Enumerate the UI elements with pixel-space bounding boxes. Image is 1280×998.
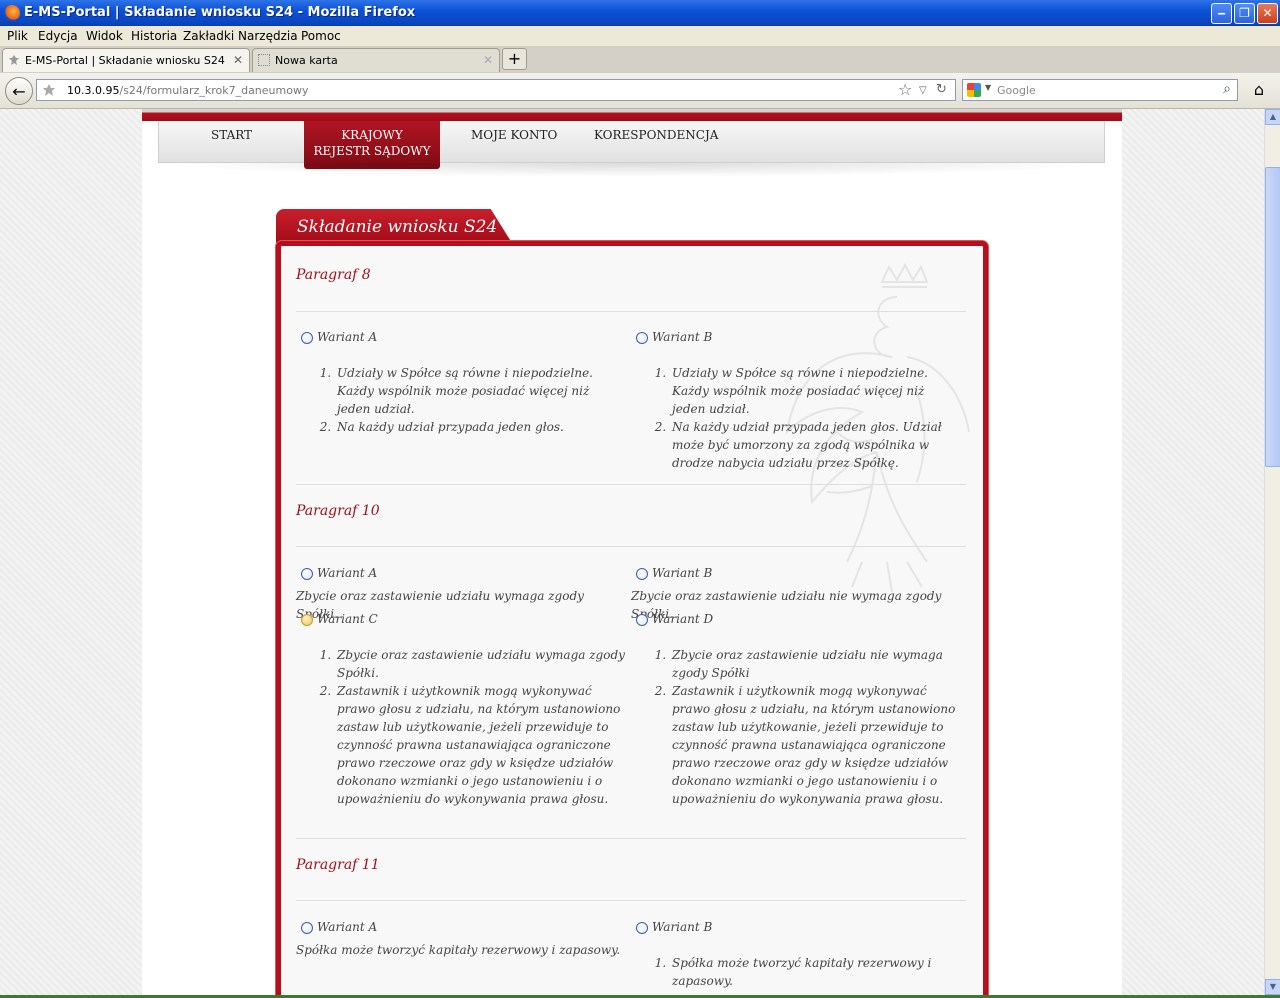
form-title-tab: Składanie wniosku S24 [276,209,512,243]
search-placeholder: Google [997,84,1036,97]
nav-moje-konto[interactable]: MOJE KONTO [471,127,557,143]
tab-strip: E-MS-Portal | Składanie wniosku S24 ✕ No… [0,46,1280,74]
menu-widok[interactable]: Widok [86,29,123,43]
navigation-toolbar: ← 10.3.0.95/s24/formularz_krok7_daneumow… [0,73,1280,109]
scroll-thumb[interactable] [1265,167,1280,467]
list-item: Zbycie oraz zastawienie udziału wymaga z… [335,646,625,682]
radio-p8-wariant-a[interactable] [301,332,313,344]
minimize-button[interactable]: ‒ [1211,3,1232,24]
nav-shadow [158,163,1105,177]
tab-label: Nowa karta [275,54,338,67]
label-p11-wariant-b[interactable]: Wariant B [652,920,712,934]
bookmark-star-icon[interactable]: ☆ [898,80,912,99]
section-title-paragraf-11: Paragraf 11 [296,857,380,873]
engine-dropdown-icon[interactable]: ▼ [985,83,991,92]
label-p8-wariant-a[interactable]: Wariant A [317,330,377,344]
window-title-bar: E-MS-Portal | Składanie wniosku S24 - Mo… [0,0,1280,26]
search-go-icon[interactable]: ⌕ [1223,81,1231,97]
url-text: 10.3.0.95/s24/formularz_krok7_daneumowy [67,84,308,97]
list-item: Udziały w Spółce są równe i niepodzielne… [670,364,960,418]
scroll-down-arrow-icon[interactable]: ▼ [1265,979,1280,995]
section-divider [296,546,966,547]
label-p10-wariant-d[interactable]: Wariant D [652,612,713,626]
list-item: Udziały w Spółce są równe i niepodzielne… [335,364,625,418]
list-item: Spółka może tworzyć kapitały rezerwowy i… [670,954,960,990]
firefox-icon [4,5,20,21]
form-title: Składanie wniosku S24 [297,217,498,237]
section-divider [296,900,966,901]
menu-plik[interactable]: Plik [7,29,28,43]
home-button[interactable]: ⌂ [1246,78,1272,102]
search-bar[interactable]: ▼ Google ⌕ [962,79,1238,101]
label-p11-wariant-a[interactable]: Wariant A [317,920,377,934]
tab-nowa-karta[interactable]: Nowa karta ✕ [252,48,500,72]
section-divider [296,484,966,485]
blank-page-icon [258,54,270,66]
radio-p10-wariant-b[interactable] [636,568,648,580]
radio-p10-wariant-d[interactable] [636,614,648,626]
radio-p10-wariant-a[interactable] [301,568,313,580]
nav-start[interactable]: START [211,127,252,143]
tab-close-icon[interactable]: ✕ [483,53,493,67]
vertical-scrollbar[interactable]: ▲ ▼ [1264,109,1280,995]
list-p10-wariant-c: Zbycie oraz zastawienie udziału wymaga z… [315,646,625,808]
label-p8-wariant-b[interactable]: Wariant B [652,330,712,344]
eagle-favicon-icon [9,55,19,65]
list-p11-wariant-b: Spółka może tworzyć kapitały rezerwowy i… [650,954,960,990]
scroll-up-arrow-icon[interactable]: ▲ [1265,109,1280,125]
menu-edycja[interactable]: Edycja [38,29,78,43]
radio-p11-wariant-b[interactable] [636,922,648,934]
main-navigation: START KRAJOWY REJESTR SĄDOWY MOJE KONTO … [158,121,1105,169]
nav-krs-line1: KRAJOWY [341,128,403,142]
new-tab-button[interactable]: + [502,48,527,70]
url-path: /s24/formularz_krok7_daneumowy [119,84,309,97]
nav-korespondencja[interactable]: KORESPONDENCJA [594,127,718,143]
form-panel: Paragraf 8 Wariant A Udziały w Spółce są… [276,241,988,995]
list-p8-wariant-a: Udziały w Spółce są równe i niepodzielne… [315,364,625,436]
list-item: Zbycie oraz zastawienie udziału nie wyma… [670,646,960,682]
site-identity-icon[interactable] [42,83,56,97]
list-item: Zastawnik i użytkownik mogą wykonywać pr… [335,682,625,808]
nav-krs[interactable]: KRAJOWY REJESTR SĄDOWY [304,121,440,169]
list-p8-wariant-b: Udziały w Spółce są równe i niepodzielne… [650,364,960,472]
list-item: Zastawnik i użytkownik mogą wykonywać pr… [670,682,960,808]
list-item: Na każdy udział przypada jeden głos. Udz… [670,418,960,472]
list-p10-wariant-d: Zbycie oraz zastawienie udziału nie wyma… [650,646,960,808]
back-button[interactable]: ← [5,77,33,105]
history-dropdown-icon[interactable]: ▽ [919,85,927,96]
radio-p10-wariant-c[interactable] [301,614,313,626]
close-window-button[interactable]: ✕ [1257,3,1278,24]
section-title-paragraf-8: Paragraf 8 [296,267,371,283]
menu-bar: Plik Edycja Widok Historia Zakładki Narz… [0,26,1280,46]
header-red-stripe [142,109,1122,121]
list-item: Na każdy udział przypada jeden głos. [335,418,625,436]
maximize-button[interactable]: ❐ [1234,3,1255,24]
url-bar[interactable]: 10.3.0.95/s24/formularz_krok7_daneumowy … [36,79,956,101]
url-host: 10.3.0.95 [67,84,120,97]
page-container: START KRAJOWY REJESTR SĄDOWY MOJE KONTO … [142,109,1122,995]
label-p10-wariant-b[interactable]: Wariant B [652,566,712,580]
section-divider [296,838,966,839]
section-title-paragraf-10: Paragraf 10 [296,503,380,519]
radio-p8-wariant-b[interactable] [636,332,648,344]
radio-p11-wariant-a[interactable] [301,922,313,934]
window-title: E-MS-Portal | Składanie wniosku S24 - Mo… [24,5,416,20]
google-icon[interactable] [967,83,981,97]
menu-narzedzia[interactable]: Narzędzia [238,29,298,43]
tab-close-icon[interactable]: ✕ [233,53,243,67]
nav-krs-line2: REJESTR SĄDOWY [313,144,431,158]
tab-label: E-MS-Portal | Składanie wniosku S24 [25,54,225,67]
text-p11-wariant-a: Spółka może tworzyć kapitały rezerwowy i… [296,943,621,957]
label-p10-wariant-c[interactable]: Wariant C [317,612,378,626]
page-viewport: START KRAJOWY REJESTR SĄDOWY MOJE KONTO … [0,109,1264,995]
section-divider [296,311,966,312]
tab-ems-portal[interactable]: E-MS-Portal | Składanie wniosku S24 ✕ [2,48,250,72]
menu-pomoc[interactable]: Pomoc [301,29,341,43]
menu-historia[interactable]: Historia [131,29,177,43]
label-p10-wariant-a[interactable]: Wariant A [317,566,377,580]
menu-zakladki[interactable]: Zakładki [183,29,234,43]
reload-icon[interactable]: ↻ [936,82,947,97]
